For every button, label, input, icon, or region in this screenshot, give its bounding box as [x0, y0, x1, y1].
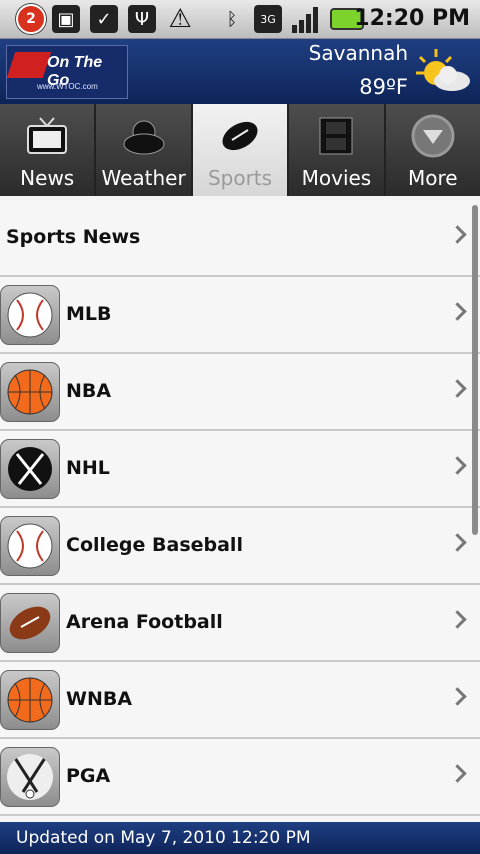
tab-sports[interactable]: Sports: [192, 104, 288, 196]
basketball-icon: [0, 362, 60, 422]
update-status-bar: Updated on May 7, 2010 12:20 PM: [0, 822, 480, 854]
item-label: WNBA: [66, 688, 133, 710]
app-header: On The Go www.WTOC.com Savannah 89ºF: [0, 39, 480, 104]
film-icon: [314, 114, 358, 158]
warning-icon: ⚠: [168, 4, 192, 34]
item-label: MLB: [66, 303, 112, 325]
status-time: 12:20 PM: [354, 6, 470, 31]
chevron-right-icon: [448, 456, 467, 475]
tab-label: Sports: [207, 166, 273, 190]
list-item-wnba[interactable]: WNBA: [0, 662, 480, 739]
tab-label: More: [408, 166, 458, 190]
item-label: Sports News: [6, 226, 141, 248]
list-item-nhl[interactable]: NHL: [0, 431, 480, 508]
list-item-sports-news[interactable]: Sports News: [0, 200, 480, 277]
football-icon: [0, 593, 60, 653]
city-name[interactable]: Savannah: [309, 41, 408, 65]
item-label: PGA: [66, 765, 111, 787]
chevron-right-icon: [448, 379, 467, 398]
list-item-pga[interactable]: PGA: [0, 739, 480, 816]
chevron-right-icon: [448, 533, 467, 552]
tab-label: Movies: [301, 166, 372, 190]
station-logo[interactable]: On The Go www.WTOC.com: [6, 45, 128, 99]
signal-icon: [290, 4, 322, 34]
usb-icon: Ψ: [128, 4, 156, 34]
tv-icon: [25, 114, 69, 158]
golf-icon: [0, 747, 60, 807]
3g-icon: 3G: [254, 4, 282, 34]
tab-more[interactable]: More: [385, 104, 480, 196]
list-item-mlb[interactable]: MLB: [0, 277, 480, 354]
item-label: NBA: [66, 380, 112, 402]
tab-movies[interactable]: Movies: [289, 104, 384, 196]
download-done-icon: ✓: [90, 4, 118, 34]
status-bar: 2 ▣ ✓ Ψ ⚠ ᛒ 3G 12:20 PM: [0, 0, 480, 39]
hockey-icon: [0, 439, 60, 499]
baseball-icon: [0, 285, 60, 345]
tab-weather[interactable]: Weather: [96, 104, 191, 196]
current-temperature[interactable]: 89ºF: [359, 75, 408, 99]
chevron-right-icon: [448, 225, 467, 244]
updated-text: Updated on May 7, 2010 12:20 PM: [16, 828, 311, 848]
logo-mark: [6, 52, 52, 78]
partly-sunny-icon[interactable]: [414, 47, 472, 97]
notification-count: 2: [16, 4, 46, 34]
chevron-right-icon: [448, 302, 467, 321]
chevron-right-icon: [448, 610, 467, 629]
cloud-sun-icon: [122, 114, 166, 158]
sports-list[interactable]: Sports News MLB NBA NHL College Baseball…: [0, 200, 480, 822]
list-item-arena-football[interactable]: Arena Football: [0, 585, 480, 662]
notification-icon[interactable]: 2: [14, 4, 48, 34]
tab-label: Weather: [101, 166, 186, 190]
chevron-down-icon: [411, 114, 455, 158]
list-item-college-baseball[interactable]: College Baseball: [0, 508, 480, 585]
item-label: NHL: [66, 457, 110, 479]
clipboard-icon: ▣: [52, 4, 80, 34]
tab-bar: News Weather Sports Movies More: [0, 104, 480, 196]
tab-news[interactable]: News: [0, 104, 95, 196]
football-icon: [218, 114, 262, 158]
list-scrollbar[interactable]: [472, 205, 478, 535]
item-label: College Baseball: [66, 534, 243, 556]
item-label: Arena Football: [66, 611, 223, 633]
chevron-right-icon: [448, 687, 467, 706]
tab-label: News: [20, 166, 75, 190]
logo-subtext: www.WTOC.com: [37, 82, 98, 91]
chevron-right-icon: [448, 764, 467, 783]
basketball-icon: [0, 670, 60, 730]
bluetooth-icon: ᛒ: [226, 8, 238, 30]
baseball-icon: [0, 516, 60, 576]
list-item-nba[interactable]: NBA: [0, 354, 480, 431]
